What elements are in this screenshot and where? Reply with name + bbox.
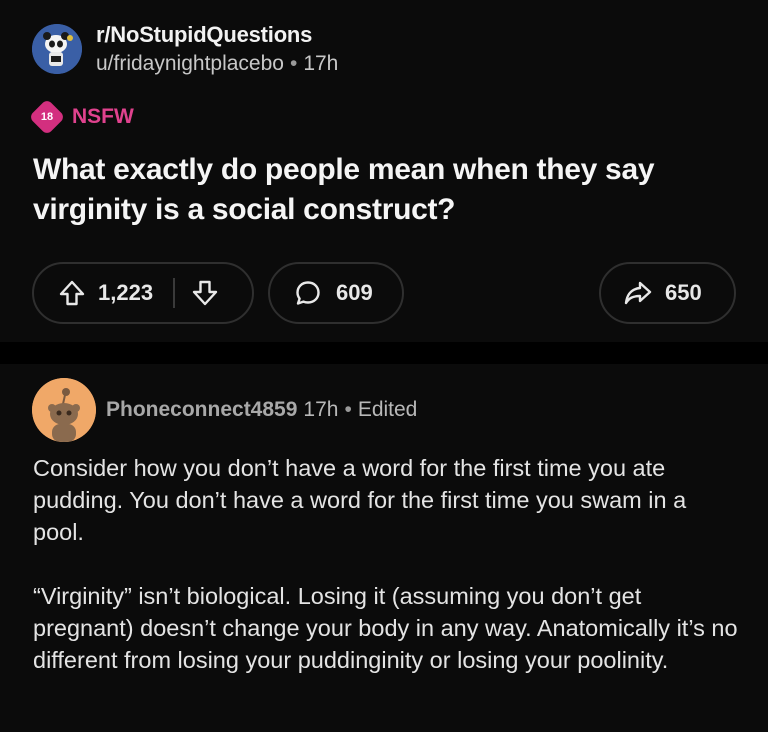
nsfw-badge-icon: 18 [28, 98, 66, 136]
comment-meta: Phoneconnect4859 17h • Edited [106, 398, 417, 422]
comments-button[interactable]: 609 [268, 262, 404, 324]
post-header: r/NoStupidQuestions u/fridaynightplacebo… [32, 22, 338, 76]
post-title[interactable]: What exactly do people mean when they sa… [33, 150, 733, 230]
comment-author[interactable]: Phoneconnect4859 [106, 398, 297, 421]
meta-separator: • [289, 52, 298, 75]
post-header-text: r/NoStupidQuestions u/fridaynightplacebo… [96, 22, 338, 76]
vote-divider [173, 278, 176, 308]
edited-label: Edited [357, 398, 418, 421]
upvote-count: 1,223 [98, 280, 154, 305]
post-age: 17h [303, 52, 339, 75]
post-author[interactable]: u/fridaynightplacebo [96, 52, 284, 75]
subreddit-name[interactable]: r/NoStupidQuestions [96, 22, 338, 48]
comment-paragraph: Consider how you don’t have a word for t… [33, 455, 687, 545]
user-avatar[interactable] [32, 378, 96, 442]
snoo-avatar-icon [32, 378, 96, 442]
panda-mascot-icon [32, 24, 82, 74]
share-count: 650 [665, 280, 702, 305]
subreddit-avatar[interactable] [32, 24, 82, 74]
arrow-up-icon [59, 280, 85, 306]
comment-meta-separator: • [344, 398, 352, 421]
downvote-button[interactable] [191, 279, 219, 307]
comment-body: Consider how you don’t have a word for t… [33, 452, 743, 708]
post-meta: u/fridaynightplacebo • 17h [96, 52, 338, 76]
share-arrow-icon [624, 281, 652, 305]
arrow-down-icon [192, 280, 218, 306]
comment-paragraph: “Virginity” isn’t biological. Losing it … [33, 583, 738, 673]
comment-header: Phoneconnect4859 17h • Edited [32, 378, 417, 442]
nsfw-badge-text: 18 [40, 111, 54, 123]
section-divider [0, 342, 768, 364]
upvote-button[interactable] [58, 279, 86, 307]
comment-age: 17h [303, 398, 339, 421]
post-card[interactable]: r/NoStupidQuestions u/fridaynightplacebo… [0, 0, 768, 342]
comment-card[interactable]: Phoneconnect4859 17h • Edited Consider how … [0, 364, 768, 732]
share-button[interactable]: 650 [599, 262, 736, 324]
vote-bar: 1,223 [32, 262, 254, 324]
speech-bubble-icon [296, 281, 320, 305]
nsfw-label: NSFW [72, 105, 134, 128]
comment-count: 609 [336, 280, 373, 305]
nsfw-tag: 18 NSFW [28, 98, 134, 136]
